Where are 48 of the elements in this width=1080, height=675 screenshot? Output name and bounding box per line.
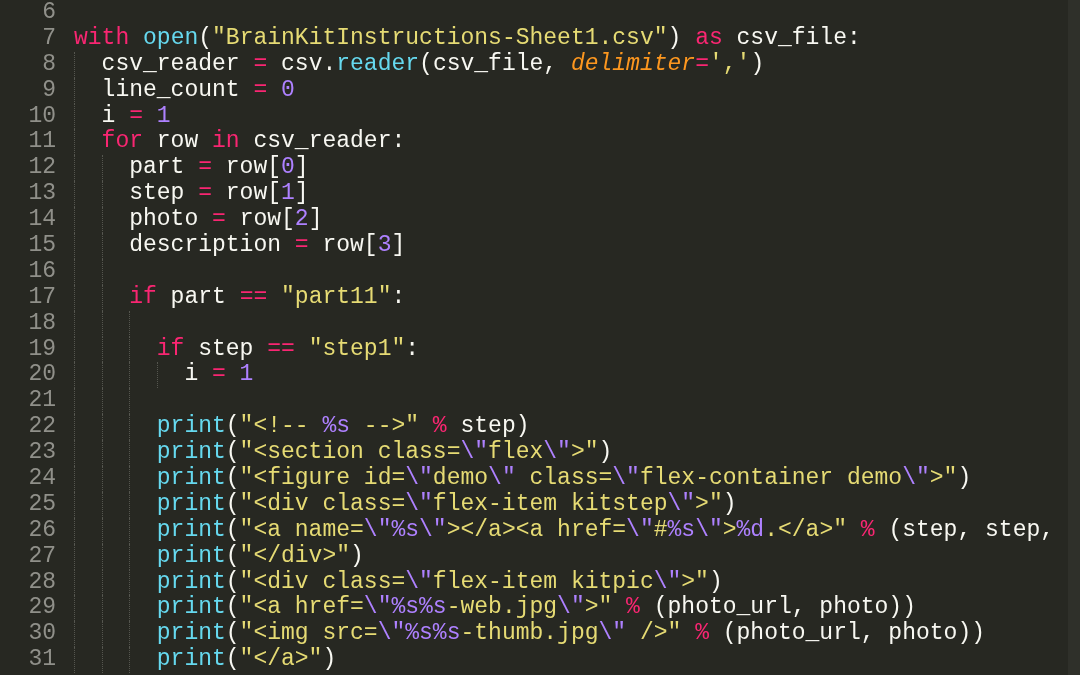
code-line: if part == "part11": (129, 284, 406, 311)
line-number: 15 (27, 233, 56, 259)
line-number: 17 (27, 284, 56, 311)
line-number: 11 (27, 129, 56, 156)
line-number: 21 (27, 388, 56, 415)
line-number: 28 (27, 569, 56, 596)
code-line: if step == "step1": (156, 336, 420, 362)
code-line: i = 1 (184, 362, 254, 389)
code-line: print("<!-- %s -->" % step) (156, 414, 530, 440)
line-number: 22 (27, 414, 56, 441)
line-number: 13 (27, 181, 56, 208)
code-line: print("<figure id=\"demo\" class=\"flex-container demo\">") (156, 466, 972, 492)
line-number: 9 (41, 77, 56, 104)
line-number: 31 (27, 647, 56, 674)
line-number: 24 (27, 466, 56, 492)
code-line: print("<div class=\"flex-item kitstep\">") (156, 491, 737, 518)
line-number: 16 (27, 258, 56, 285)
line-number: 18 (27, 310, 56, 337)
code-line: i = 1 (101, 103, 171, 129)
line-number: 8 (41, 51, 56, 78)
line-number: 25 (27, 491, 56, 518)
code-line: print("</div>") (156, 543, 364, 570)
line-number: 30 (27, 621, 56, 648)
code-line: print("<img src=\"%s%s-thumb.jpg\" />" % (photo_url, photo)) (156, 621, 985, 647)
line-number: 23 (27, 440, 56, 467)
line-number: 26 (27, 517, 56, 544)
code-line: step = row[1] (129, 181, 309, 207)
code-line: print("<a name=\"%s\"></a><a href=\"#%s\">%d.</a>" % (step, step, (156, 517, 1055, 544)
line-number: 14 (27, 207, 56, 233)
code-line: print("</a>") (156, 647, 337, 674)
line-number: 20 (27, 362, 56, 389)
line-number: 19 (27, 336, 56, 363)
code-line: line_count = 0 (101, 77, 295, 104)
line-number: 29 (27, 595, 56, 622)
code-line: csv_reader = csv.reader(csv_file, delimiter=',') (101, 51, 765, 78)
code-line: photo = row[2] (129, 207, 323, 233)
code-line: part = row[0] (129, 155, 309, 181)
code-line: print("<section class=\"flex\">") (156, 440, 613, 466)
code-line: for row in csv_reader: (101, 129, 406, 155)
line-number: 27 (27, 543, 56, 570)
code-line: with open("BrainKitInstructions-Sheet1.csv") as csv_file: (74, 25, 861, 52)
code-line: description = row[3] (129, 233, 406, 259)
line-number: 6 (41, 0, 56, 26)
code-line: print("<a href=\"%s%s-web.jpg\">" % (photo_url, photo)) (156, 595, 916, 621)
code-line: print("<div class=\"flex-item kitpic\">") (156, 569, 723, 595)
line-number: 10 (27, 103, 56, 130)
line-number: 12 (27, 155, 56, 182)
line-number: 7 (41, 25, 56, 52)
